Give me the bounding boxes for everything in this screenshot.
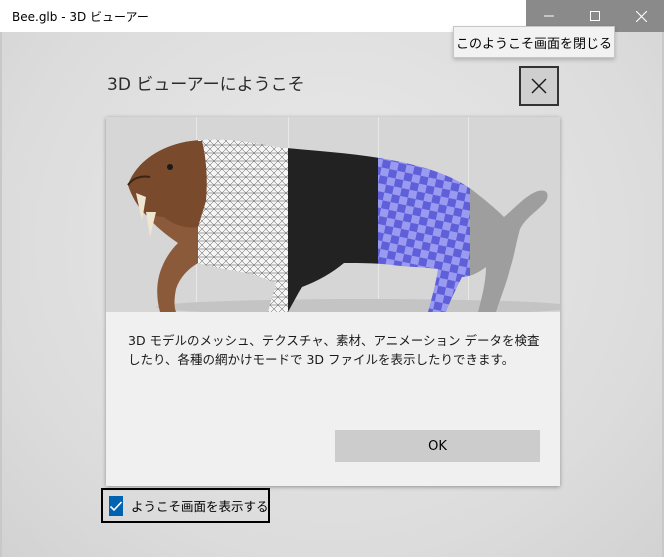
- app-window: Bee.glb - 3D ビューアー このようこそ画面を閉じる 3D ビューアー…: [0, 0, 664, 557]
- welcome-card: 3D モデルのメッシュ、テクスチャ、素材、アニメーション データを検査したり、各…: [106, 117, 560, 486]
- window-edge-left: [0, 32, 2, 557]
- welcome-description: 3D モデルのメッシュ、テクスチャ、素材、アニメーション データを検査したり、各…: [128, 333, 540, 367]
- window-title: Bee.glb - 3D ビューアー: [12, 10, 149, 24]
- minimize-icon: [544, 15, 554, 17]
- dialog-title: 3D ビューアーにようこそ: [107, 75, 305, 95]
- checkbox-checked[interactable]: [109, 495, 123, 516]
- close-window-button[interactable]: [618, 0, 664, 32]
- close-tooltip: このようこそ画面を閉じる: [453, 26, 615, 58]
- close-welcome-button[interactable]: [519, 66, 559, 106]
- checkmark-icon: [109, 500, 123, 511]
- close-icon: [635, 10, 647, 22]
- maximize-icon: [590, 11, 600, 21]
- hero-image: [106, 117, 560, 312]
- show-welcome-label: ようこそ画面を表示する: [131, 499, 269, 514]
- show-welcome-checkbox[interactable]: ようこそ画面を表示する: [101, 488, 270, 523]
- ok-button[interactable]: OK: [335, 430, 540, 462]
- saber-tooth-cat-render-image: [106, 117, 560, 312]
- close-icon: [531, 78, 547, 94]
